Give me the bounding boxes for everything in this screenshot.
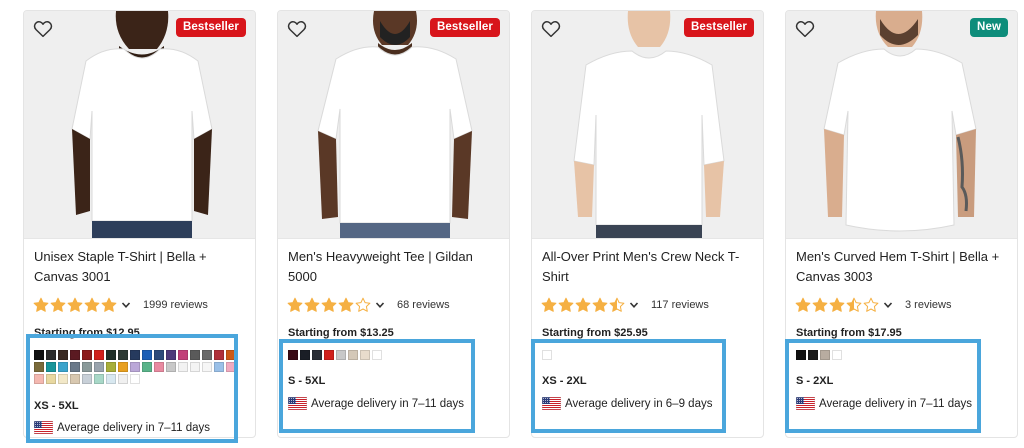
star-full-icon: [67, 297, 83, 312]
product-rating[interactable]: 68 reviews: [287, 297, 450, 313]
favorite-heart-icon[interactable]: [795, 20, 815, 38]
star-full-icon: [575, 297, 591, 312]
highlight-box: [531, 339, 726, 433]
star-rating: [287, 297, 372, 313]
product-image[interactable]: New: [786, 11, 1017, 239]
product-title[interactable]: All-Over Print Men's Crew Neck T-Shirt: [542, 247, 754, 287]
bestseller-badge: Bestseller: [684, 18, 754, 37]
star-rating: [541, 297, 626, 313]
star-full-icon: [592, 297, 608, 312]
highlight-box: [785, 339, 981, 433]
bestseller-badge: Bestseller: [176, 18, 246, 37]
new-badge: New: [970, 18, 1008, 37]
product-image[interactable]: Bestseller: [532, 11, 763, 239]
product-title[interactable]: Unisex Staple T-Shirt | Bella + Canvas 3…: [34, 247, 246, 287]
star-full-icon: [795, 297, 811, 312]
chevron-down-icon[interactable]: [629, 300, 639, 310]
bestseller-badge: Bestseller: [430, 18, 500, 37]
star-full-icon: [84, 297, 100, 312]
favorite-heart-icon[interactable]: [541, 20, 561, 38]
product-image[interactable]: Bestseller: [278, 11, 509, 239]
tshirt-model-photo: [278, 11, 509, 238]
star-full-icon: [812, 297, 828, 312]
star-full-icon: [287, 297, 303, 312]
product-rating[interactable]: 1999 reviews: [33, 297, 208, 313]
review-count[interactable]: 1999 reviews: [143, 299, 208, 311]
star-full-icon: [558, 297, 574, 312]
star-full-icon: [101, 297, 117, 312]
star-full-icon: [829, 297, 845, 312]
starting-price: Starting from $25.95: [542, 327, 648, 339]
product-title[interactable]: Men's Curved Hem T-Shirt | Bella + Canva…: [796, 247, 1008, 287]
star-empty-icon: [355, 297, 371, 312]
product-title[interactable]: Men's Heavyweight Tee | Gildan 5000: [288, 247, 500, 287]
product-rating[interactable]: 117 reviews: [541, 297, 709, 313]
highlight-box: [279, 339, 475, 433]
favorite-heart-icon[interactable]: [287, 20, 307, 38]
star-rating: [795, 297, 880, 313]
star-rating: [33, 297, 118, 313]
star-full-icon: [50, 297, 66, 312]
product-image[interactable]: Bestseller: [24, 11, 255, 239]
star-full-icon: [304, 297, 320, 312]
favorite-heart-icon[interactable]: [33, 20, 53, 38]
tshirt-model-photo: [532, 11, 763, 238]
chevron-down-icon[interactable]: [375, 300, 385, 310]
starting-price: Starting from $17.95: [796, 327, 902, 339]
star-half-icon: [609, 297, 625, 312]
star-full-icon: [33, 297, 49, 312]
star-half-icon: [846, 297, 862, 312]
chevron-down-icon[interactable]: [121, 300, 131, 310]
star-full-icon: [338, 297, 354, 312]
product-rating[interactable]: 3 reviews: [795, 297, 951, 313]
review-count[interactable]: 117 reviews: [651, 299, 709, 311]
tshirt-model-photo: [24, 11, 255, 238]
review-count[interactable]: 3 reviews: [905, 299, 951, 311]
chevron-down-icon[interactable]: [883, 300, 893, 310]
starting-price: Starting from $13.25: [288, 327, 394, 339]
tshirt-model-photo: [786, 11, 1017, 238]
review-count[interactable]: 68 reviews: [397, 299, 450, 311]
star-empty-icon: [863, 297, 879, 312]
star-full-icon: [321, 297, 337, 312]
highlight-box: [26, 334, 238, 443]
star-full-icon: [541, 297, 557, 312]
